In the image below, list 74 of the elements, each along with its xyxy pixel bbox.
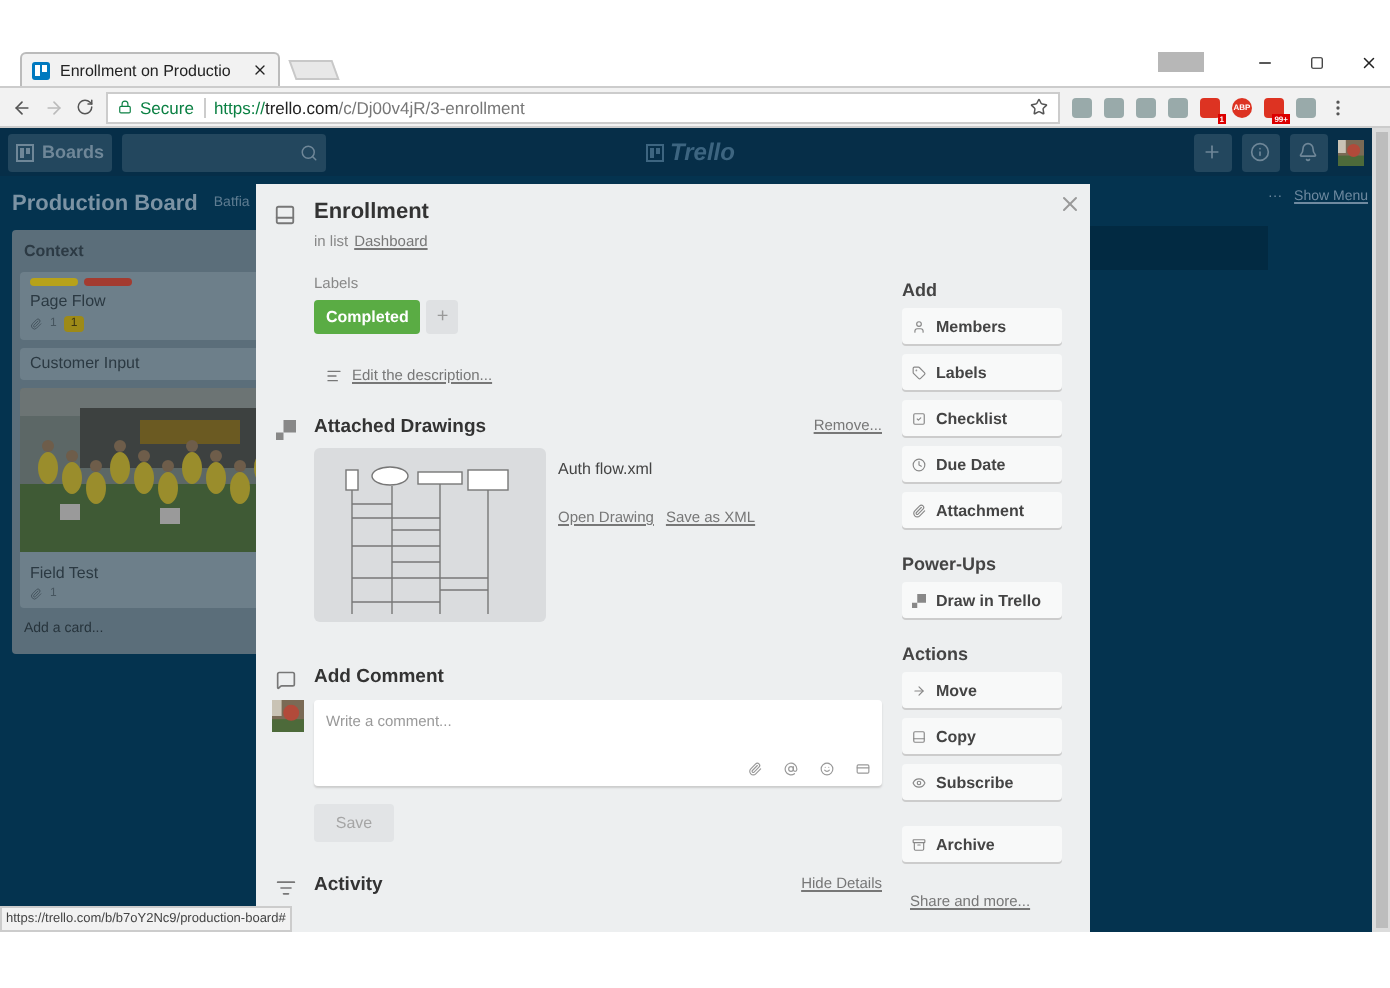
lock-icon	[118, 100, 132, 114]
archive-icon	[912, 837, 926, 851]
attachment-icon	[30, 318, 42, 330]
drawing-icon	[912, 593, 926, 607]
browser-tab[interactable]: Enrollment on Productio	[20, 52, 280, 86]
reload-icon[interactable]	[76, 98, 94, 116]
clock-icon	[912, 457, 926, 471]
section-heading: Activity	[314, 874, 383, 896]
address-field[interactable]: Secure https://trello.com/c/Dj00v4jR/3-enrollment	[106, 91, 1060, 123]
sidebar-button[interactable]: Archive	[902, 826, 1062, 862]
sidebar-button[interactable]: Members	[902, 308, 1062, 344]
board-title[interactable]: Production Board	[12, 191, 198, 215]
section-heading: Add Comment	[314, 666, 444, 688]
card-title: Customer Input	[30, 354, 142, 372]
card-title[interactable]: Enrollment	[314, 200, 882, 224]
add-label-button[interactable]: +	[426, 300, 459, 334]
forward-icon[interactable]	[44, 97, 64, 117]
search-icon	[300, 143, 319, 161]
security-label: Secure	[140, 97, 206, 117]
close-icon[interactable]	[252, 62, 268, 78]
sidebar-button[interactable]: Due Date	[902, 446, 1062, 482]
label-chip[interactable]: Completed	[314, 300, 421, 334]
comment-icon	[275, 670, 295, 690]
card-title: Page Flow	[30, 292, 108, 310]
drawing-thumbnail[interactable]	[314, 448, 546, 622]
star-icon[interactable]	[1030, 98, 1048, 116]
activity-icon	[275, 878, 295, 898]
restore-icon[interactable]	[1310, 55, 1324, 69]
sidebar-heading: Power-Ups	[902, 554, 999, 574]
sidebar-button[interactable]: Subscribe	[902, 764, 1062, 800]
close-icon[interactable]	[1360, 53, 1378, 71]
info-button[interactable]	[1242, 133, 1280, 171]
sidebar-heading: Add	[902, 280, 939, 300]
card-icon	[912, 729, 926, 743]
file-name: Auth flow.xml	[558, 460, 655, 478]
user-icon	[912, 319, 926, 333]
sidebar-button[interactable]: Checklist	[902, 400, 1062, 436]
drawing-icon	[275, 420, 295, 440]
card-icon[interactable]	[856, 762, 870, 776]
boards-button[interactable]: Boards	[8, 133, 113, 171]
section-heading: Attached Drawings	[314, 416, 487, 438]
url-text: https://trello.com/c/Dj00v4jR/3-enrollment	[213, 97, 525, 117]
info-icon	[1250, 142, 1270, 162]
new-tab-button[interactable]	[288, 60, 340, 80]
trello-logo[interactable]: Trello	[646, 138, 735, 166]
scrollbar-thumb[interactable]	[1375, 132, 1387, 928]
emoji-icon[interactable]	[820, 762, 834, 776]
notifications-button[interactable]	[1290, 133, 1328, 171]
mention-icon[interactable]	[784, 762, 798, 776]
sidebar-button[interactable]: Attachment	[902, 492, 1062, 528]
tag-icon	[912, 365, 926, 379]
board-icon	[16, 143, 34, 161]
eye-icon	[912, 775, 926, 789]
sidebar-button[interactable]: Move	[902, 672, 1062, 708]
attachment-icon	[30, 588, 42, 600]
sidebar-button[interactable]: Copy	[902, 718, 1062, 754]
checkbox-icon	[912, 411, 926, 425]
sidebar-button[interactable]: Draw in Trello	[902, 582, 1062, 618]
sidebar-button[interactable]: Labels	[902, 354, 1062, 390]
bell-icon	[1298, 142, 1318, 162]
add-button[interactable]	[1194, 133, 1232, 171]
back-icon[interactable]	[12, 97, 32, 117]
extension-icon[interactable]	[1296, 97, 1316, 117]
board-icon	[646, 143, 664, 161]
search-field[interactable]	[122, 133, 327, 171]
arrow-icon	[912, 683, 926, 697]
description-icon	[326, 367, 342, 383]
paperclip-icon	[912, 503, 926, 517]
plus-icon	[1202, 142, 1222, 162]
trello-icon	[32, 61, 50, 79]
card-title: Field Test	[30, 564, 101, 582]
attachment-icon[interactable]	[748, 762, 762, 776]
sidebar-heading: Actions	[902, 644, 971, 664]
card-icon	[274, 204, 296, 226]
